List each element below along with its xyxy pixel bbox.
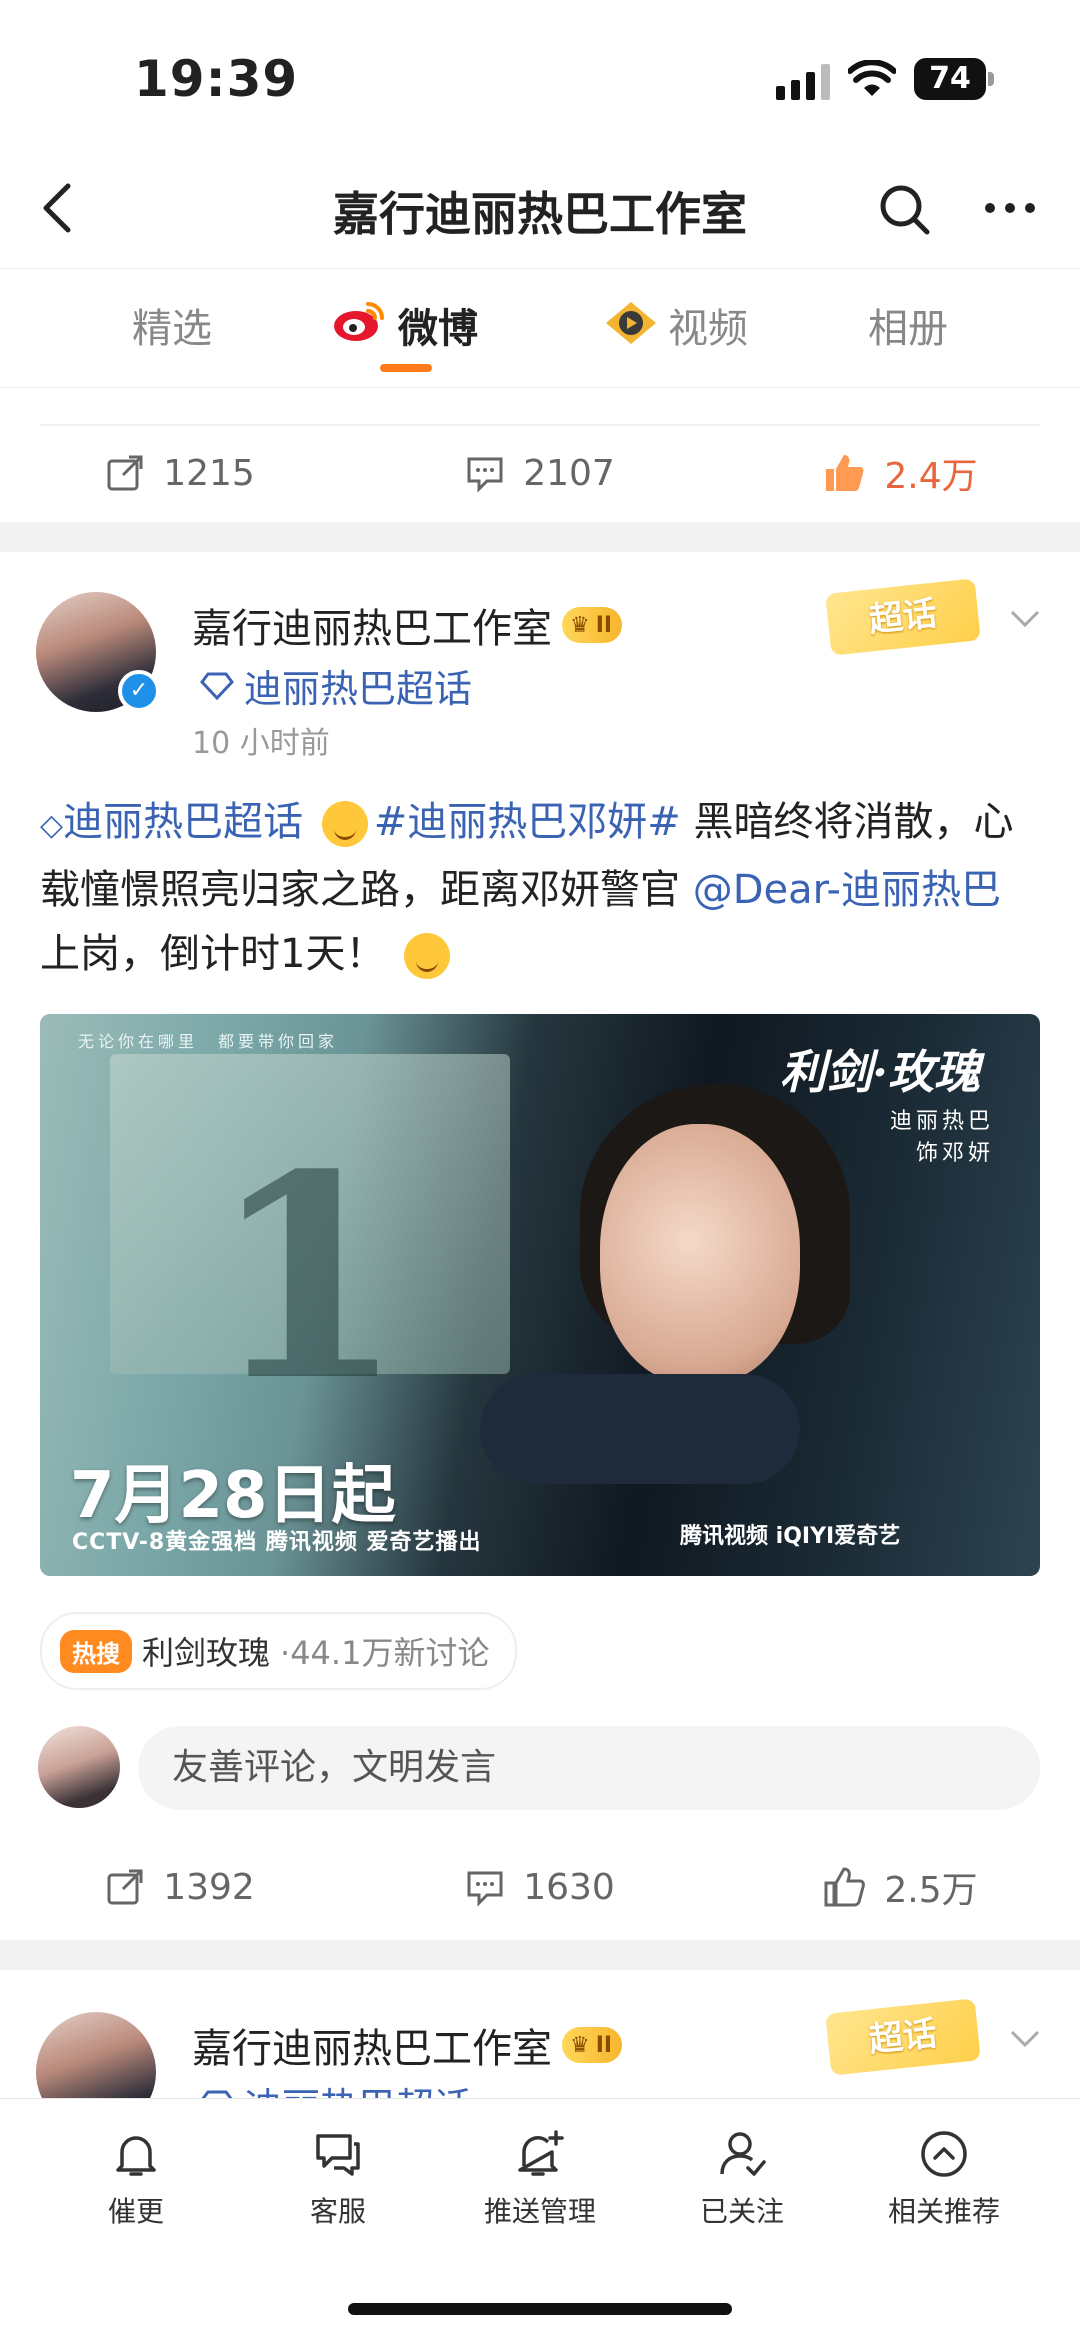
repost-button[interactable]: 1392 xyxy=(0,1842,360,1932)
comment-button[interactable]: 2107 xyxy=(360,428,720,518)
chevron-down-icon[interactable] xyxy=(1008,2022,1042,2056)
signal-icon xyxy=(776,62,830,100)
vip-badge: ♛ II xyxy=(562,2027,623,2063)
excited-emoji-icon xyxy=(404,933,451,979)
home-indicator[interactable] xyxy=(348,2303,732,2315)
next-author-row: 嘉行迪丽热巴工作室 ♛ II xyxy=(192,2016,623,2074)
comment-icon xyxy=(467,1871,503,1907)
hot-count: ·44.1万新讨论 xyxy=(280,1634,490,1672)
hot-tag: 热搜 xyxy=(60,1629,132,1673)
poster-broadcast: CCTV-8黄金强档 腾讯视频 爱奇艺播出 xyxy=(72,1530,482,1555)
like-count: 2.4万 xyxy=(884,456,978,497)
chat-icon xyxy=(316,2134,360,2176)
prev-post-actions: 1215 2107 2.4万 xyxy=(0,428,1080,518)
post-text: ◇迪丽热巴超话 #迪丽热巴邓妍# 黑暗终将消散，心载憧憬照亮归家之路，距离邓妍警… xyxy=(40,790,1050,986)
tab-featured[interactable]: 精选 xyxy=(132,296,212,354)
post-separator xyxy=(0,1940,1080,1970)
post-actions: 1392 1630 2.5万 xyxy=(0,1842,1080,1932)
bottom-item-following[interactable]: 已关注 xyxy=(652,2128,832,2230)
post-time: 10 小时前 xyxy=(192,726,330,761)
like-button[interactable]: 2.5万 xyxy=(720,1842,1080,1932)
poster-title-logo: 利剑·玫瑰 xyxy=(780,1045,981,1099)
poster-cast: 迪丽热巴 饰邓妍 xyxy=(890,1106,994,1170)
status-time: 19:39 xyxy=(134,50,299,108)
bell-plus-icon xyxy=(518,2130,564,2176)
next-chaohua-badge[interactable]: 超话 xyxy=(825,1998,981,2076)
post-body-2: 上岗，倒计时1天！ xyxy=(40,931,386,977)
repost-icon xyxy=(107,1869,143,1905)
active-tab-indicator xyxy=(380,364,432,372)
like-icon xyxy=(824,1867,866,1907)
sunflower-emoji-icon xyxy=(321,801,368,847)
poster-cast-role: 饰邓妍 xyxy=(916,1141,995,1166)
super-topic-link[interactable]: 迪丽热巴超话 xyxy=(200,658,472,713)
next-author-name[interactable]: 嘉行迪丽热巴工作室 xyxy=(192,2016,552,2074)
chevron-up-circle-icon xyxy=(921,2131,967,2177)
poster-face xyxy=(600,1124,800,1384)
battery-tip xyxy=(988,72,994,86)
diamond-icon xyxy=(200,672,234,700)
vip-level: II xyxy=(595,2032,613,2058)
poster-arm xyxy=(480,1374,800,1484)
poster-tagline: 无论你在哪里 都要带你回家 xyxy=(78,1032,339,1051)
user-check-icon xyxy=(720,2132,766,2176)
post-image[interactable]: 1 无论你在哪里 都要带你回家 利剑·玫瑰 迪丽热巴 饰邓妍 7月28日起 CC… xyxy=(40,1014,1040,1576)
chevron-down-icon[interactable] xyxy=(1008,602,1042,636)
poster-cast-name: 迪丽热巴 xyxy=(890,1109,995,1134)
post-separator xyxy=(0,522,1080,552)
verified-badge: ✓ xyxy=(118,670,160,712)
repost-count: 1215 xyxy=(163,452,255,494)
vip-level: II xyxy=(595,612,613,638)
hot-topic: 利剑玫瑰 xyxy=(142,1634,271,1672)
bottom-item-service[interactable]: 客服 xyxy=(248,2128,428,2230)
video-tab-icon xyxy=(606,302,656,344)
like-count: 2.5万 xyxy=(884,1870,978,1911)
comment-count: 1630 xyxy=(523,1866,615,1908)
more-icon[interactable] xyxy=(980,198,1040,218)
super-topic-label: 迪丽热巴超话 xyxy=(244,667,473,711)
hot-search-chip[interactable]: 热搜 利剑玫瑰 ·44.1万新讨论 xyxy=(40,1612,518,1690)
author-row: 嘉行迪丽热巴工作室 ♛ II xyxy=(192,596,623,654)
hashtag-link[interactable]: #迪丽热巴邓妍# xyxy=(374,799,681,845)
repost-count: 1392 xyxy=(163,1866,255,1908)
current-user-avatar xyxy=(38,1726,120,1808)
bottom-item-label: 催更 xyxy=(107,2195,164,2228)
weibo-logo-icon xyxy=(334,302,384,341)
comment-button[interactable]: 1630 xyxy=(360,1842,720,1932)
bottom-item-label: 相关推荐 xyxy=(887,2195,1000,2228)
mention-link[interactable]: @Dear-迪丽热巴 xyxy=(693,867,1001,913)
comment-icon xyxy=(467,457,503,493)
author-name[interactable]: 嘉行迪丽热巴工作室 xyxy=(192,596,552,654)
repost-button[interactable]: 1215 xyxy=(0,428,360,518)
tab-weibo[interactable]: 微博 xyxy=(398,296,478,354)
prev-post-divider xyxy=(40,424,1040,426)
comment-input[interactable]: 友善评论，文明发言 xyxy=(138,1726,1040,1810)
poster-countdown-number: 1 xyxy=(210,1114,405,1443)
search-icon[interactable] xyxy=(875,180,935,240)
vip-badge: ♛ II xyxy=(562,607,623,643)
like-button[interactable]: 2.4万 xyxy=(720,428,1080,518)
tab-video[interactable]: 视频 xyxy=(668,296,748,354)
poster-brands: 腾讯视频 iQIYI爱奇艺 xyxy=(680,1524,901,1549)
repost-icon xyxy=(107,455,143,491)
bottom-item-label: 已关注 xyxy=(699,2195,784,2228)
wifi-icon xyxy=(848,60,896,96)
like-icon xyxy=(826,455,864,491)
bottom-item-recommend[interactable]: 相关推荐 xyxy=(854,2128,1034,2230)
bell-icon xyxy=(116,2136,156,2176)
comment-count: 2107 xyxy=(523,452,615,494)
bottom-item-push-settings[interactable]: 推送管理 xyxy=(450,2128,630,2230)
bottom-item-label: 客服 xyxy=(309,2195,366,2228)
tab-album[interactable]: 相册 xyxy=(868,296,948,354)
poster-date: 7月28日起 xyxy=(70,1459,396,1533)
text-super-topic-link[interactable]: ◇迪丽热巴超话 xyxy=(40,799,303,845)
bottom-item-label: 推送管理 xyxy=(483,2195,596,2228)
chaohua-badge[interactable]: 超话 xyxy=(825,578,981,656)
bottom-item-remind[interactable]: 催更 xyxy=(46,2128,226,2230)
battery-indicator: 74 xyxy=(914,58,986,100)
